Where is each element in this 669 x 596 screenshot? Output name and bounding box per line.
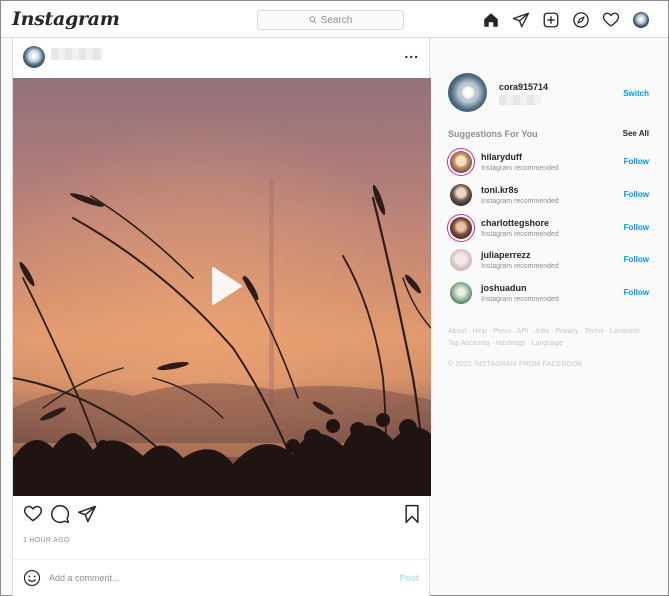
post-timestamp: 1 HOUR AGO bbox=[23, 537, 70, 544]
suggestion-avatar[interactable] bbox=[450, 151, 472, 173]
suggestion-avatar[interactable] bbox=[450, 249, 472, 271]
save-bookmark-icon[interactable] bbox=[402, 504, 422, 524]
search-icon bbox=[308, 16, 317, 24]
like-heart-icon[interactable] bbox=[23, 504, 43, 524]
suggestion-username[interactable]: hilaryduff bbox=[481, 152, 522, 162]
activity-heart-icon[interactable] bbox=[602, 11, 620, 29]
comment-input[interactable] bbox=[49, 569, 379, 587]
suggestions-heading: Suggestions For You bbox=[448, 129, 538, 139]
suggestion-item: joshuadun Instagram recommended Follow bbox=[448, 277, 653, 305]
follow-button[interactable]: Follow bbox=[624, 223, 649, 232]
explore-icon[interactable] bbox=[572, 11, 590, 29]
suggestion-username[interactable]: toni.kr8s bbox=[481, 185, 519, 195]
footer-link-api[interactable]: API bbox=[517, 328, 528, 335]
footer-link-privacy[interactable]: Privacy bbox=[555, 328, 578, 335]
suggestion-avatar[interactable] bbox=[450, 217, 472, 239]
search-box[interactable]: Search bbox=[257, 10, 404, 30]
footer-link-press[interactable]: Press bbox=[493, 328, 511, 335]
search-placeholder: Search bbox=[320, 14, 353, 26]
suggestion-username[interactable]: charlottegshore bbox=[481, 218, 549, 228]
suggestion-avatar[interactable] bbox=[450, 184, 472, 206]
suggestion-reason: Instagram recommended bbox=[481, 165, 559, 172]
post-author-username-redacted[interactable] bbox=[51, 48, 103, 60]
footer-link-jobs[interactable]: Jobs bbox=[534, 328, 549, 335]
suggestion-avatar[interactable] bbox=[450, 282, 472, 304]
instagram-logo[interactable]: Instagram bbox=[12, 8, 120, 30]
footer-link-help[interactable]: Help bbox=[473, 328, 487, 335]
top-nav-bar: Instagram Search bbox=[1, 1, 668, 38]
post-author-avatar[interactable] bbox=[23, 46, 45, 68]
switch-account-link[interactable]: Switch bbox=[623, 89, 649, 98]
add-comment-bar: Post bbox=[13, 559, 429, 596]
post-comment-button[interactable]: Post bbox=[399, 573, 419, 583]
follow-button[interactable]: Follow bbox=[624, 255, 649, 264]
follow-button[interactable]: Follow bbox=[624, 288, 649, 297]
suggestion-reason: Instagram recommended bbox=[481, 231, 559, 238]
footer-link-top-accounts[interactable]: Top Accounts bbox=[448, 340, 490, 347]
footer-link-terms[interactable]: Terms bbox=[585, 328, 604, 335]
profile-avatar-nav[interactable] bbox=[633, 12, 649, 28]
footer-link-hashtags[interactable]: Hashtags bbox=[496, 340, 526, 347]
suggestion-reason: Instagram recommended bbox=[481, 263, 559, 270]
current-user-username[interactable]: cora915714 bbox=[499, 82, 548, 92]
home-icon[interactable] bbox=[482, 11, 500, 29]
post-actions bbox=[13, 504, 429, 528]
suggestion-item: toni.kr8s Instagram recommended Follow bbox=[448, 179, 653, 207]
more-options-button[interactable]: ... bbox=[404, 46, 419, 60]
suggestion-item: charlottegshore Instagram recommended Fo… bbox=[448, 212, 653, 240]
see-all-link[interactable]: See All bbox=[623, 129, 649, 138]
suggestion-username[interactable]: joshuadun bbox=[481, 283, 527, 293]
suggestion-item: juliaperrezz Instagram recommended Follo… bbox=[448, 244, 653, 272]
follow-button[interactable]: Follow bbox=[624, 190, 649, 199]
current-user-avatar[interactable] bbox=[448, 73, 487, 112]
follow-button[interactable]: Follow bbox=[624, 157, 649, 166]
suggestion-item: hilaryduff Instagram recommended Follow bbox=[448, 146, 653, 174]
post-video[interactable] bbox=[13, 78, 431, 496]
footer-link-language[interactable]: Language bbox=[532, 340, 563, 347]
new-post-icon[interactable] bbox=[542, 11, 560, 29]
play-icon[interactable] bbox=[203, 264, 247, 308]
footer-links: About · Help · Press · API · Jobs · Priv… bbox=[448, 328, 645, 347]
footer-link-locations[interactable]: Locations bbox=[610, 328, 640, 335]
feed-post: ... 1 HOUR AGO Add a comment... Post bbox=[12, 38, 431, 596]
current-user-fullname-redacted bbox=[499, 95, 541, 105]
suggestion-username[interactable]: juliaperrezz bbox=[481, 250, 531, 260]
comment-bubble-icon[interactable] bbox=[50, 504, 70, 524]
direct-messages-icon[interactable] bbox=[512, 11, 530, 29]
emoji-icon[interactable] bbox=[23, 569, 41, 587]
copyright-text: © 2021 INSTAGRAM FROM FACEBOOK bbox=[448, 361, 583, 368]
suggestion-reason: Instagram recommended bbox=[481, 198, 559, 205]
footer-link-about[interactable]: About bbox=[448, 328, 466, 335]
suggestion-reason: Instagram recommended bbox=[481, 296, 559, 303]
post-header: ... bbox=[13, 38, 429, 78]
share-icon[interactable] bbox=[77, 504, 97, 524]
